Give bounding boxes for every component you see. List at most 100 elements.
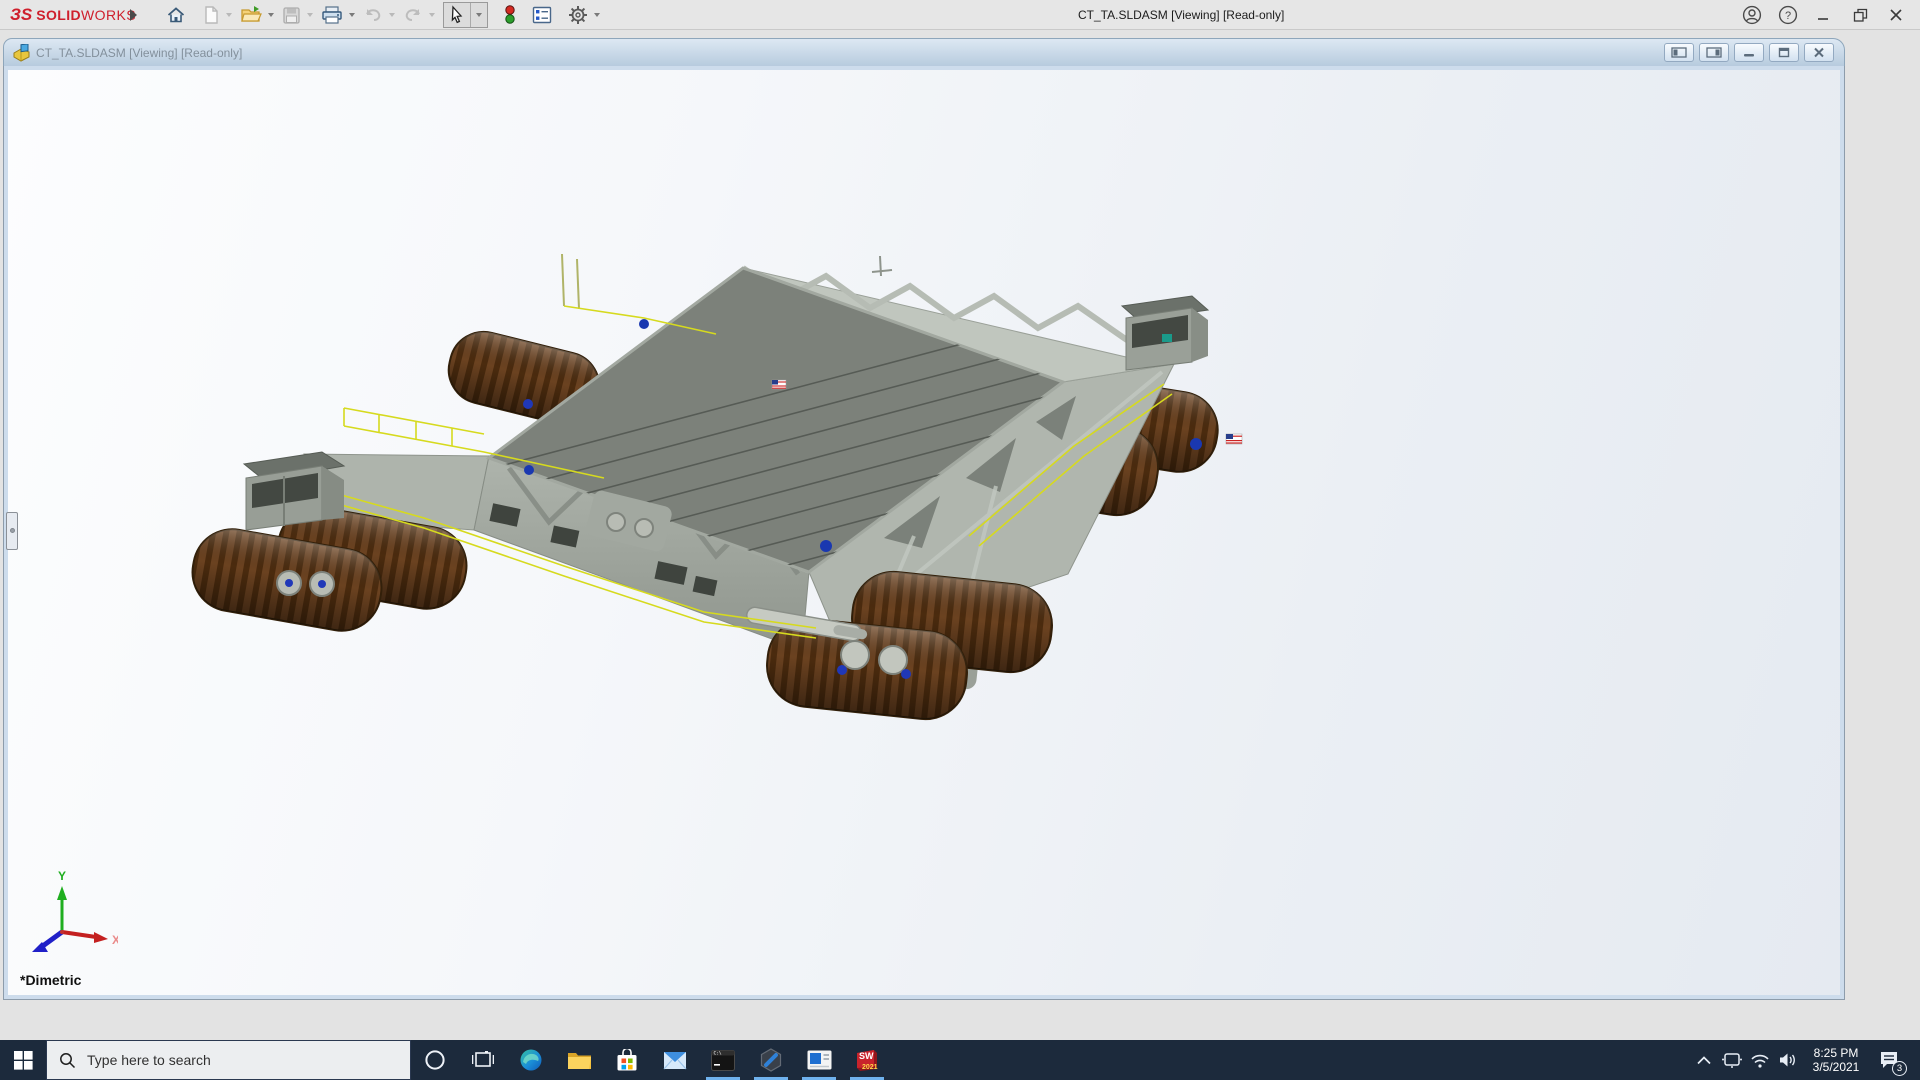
open-button[interactable] [236,2,266,28]
windows-logo-icon [13,1050,33,1070]
menu-expand-arrow[interactable] [130,9,137,21]
taskbar-app-cortana[interactable] [411,1040,459,1080]
volume-tray-icon[interactable] [1778,1040,1798,1080]
hexagon-tool-icon [760,1048,782,1072]
triad-y-label: Y [58,869,66,883]
help-button[interactable]: ? [1770,0,1806,30]
sw-letters: SW [859,1051,874,1061]
file-explorer-icon [567,1052,591,1069]
save-dropdown[interactable] [307,13,313,17]
taskbar-app-remote-desktop[interactable] [795,1040,843,1080]
taskbar-app-file-explorer[interactable] [555,1040,603,1080]
print-button[interactable] [317,2,347,28]
sw-year: 2021 [862,1064,878,1071]
restore-button[interactable] [1842,0,1878,30]
window-controls: ? [1734,0,1914,30]
system-tray: 8:25 PM 3/5/2021 3 [1694,1040,1920,1080]
select-tool-group [443,2,488,28]
doc-pane-right-button[interactable] [1699,43,1729,62]
minimize-button[interactable] [1806,0,1842,30]
cortana-icon [425,1050,445,1070]
home-button[interactable] [162,2,190,28]
redo-icon [405,9,420,21]
mail-icon [663,1051,687,1069]
operator-cab-east [1120,295,1210,371]
new-document-icon [205,6,218,24]
taskbar-app-hexagon-tool[interactable] [747,1040,795,1080]
new-document-dropdown[interactable] [226,13,232,17]
clock-time: 8:25 PM [1813,1046,1859,1060]
pane-splitter-handle[interactable] [6,512,18,550]
account-icon [1742,5,1762,25]
solidworks-2021-icon: SW 2021 [857,1050,878,1071]
doc-restore-button[interactable] [1769,43,1799,62]
taskbar-search[interactable] [46,1040,411,1080]
crawler-transporter-model [191,253,1243,721]
select-tool-button[interactable] [444,2,470,28]
traffic-light-icon [505,5,515,24]
chevron-up-icon [1697,1055,1711,1064]
action-center-button[interactable]: 3 [1874,1040,1907,1080]
doc-close-button[interactable] [1804,43,1834,62]
tablet-device-icon [1722,1053,1742,1068]
print-dropdown[interactable] [349,13,355,17]
window-title: CT_TA.SLDASM [Viewing] [Read-only] [1078,8,1285,22]
new-document-button[interactable] [198,2,224,28]
undo-dropdown[interactable] [389,13,395,17]
cmd-title-text: C:\ [714,1050,722,1056]
interference-traffic-button[interactable] [500,2,520,28]
command-prompt-icon: C:\ [711,1049,735,1071]
options-button[interactable] [564,2,592,28]
select-tool-dropdown[interactable] [476,13,482,17]
save-icon [283,6,300,24]
task-list-icon [532,6,552,24]
document-titlebar[interactable]: CT_TA.SLDASM [Viewing] [Read-only] [3,38,1845,66]
tablet-device-tray-icon[interactable] [1722,1040,1742,1080]
operator-cab-west [242,451,346,531]
document-title: CT_TA.SLDASM [Viewing] [Read-only] [36,46,243,60]
taskbar-clock[interactable]: 8:25 PM 3/5/2021 [1806,1046,1866,1074]
svg-text:?: ? [1785,10,1791,22]
wifi-tray-icon[interactable] [1750,1040,1770,1080]
save-button[interactable] [278,2,305,28]
account-button[interactable] [1734,0,1770,30]
close-button[interactable] [1878,0,1914,30]
taskbar-app-edge[interactable] [507,1040,555,1080]
taskbar-app-task-view[interactable] [459,1040,507,1080]
minimize-icon [1818,18,1828,20]
restore-icon [1853,8,1867,22]
doc-minimize-button[interactable] [1734,43,1764,62]
open-folder-icon [241,6,262,22]
pane-left-icon [1671,47,1687,58]
hidden-icons-chevron[interactable] [1694,1040,1714,1080]
print-icon [322,6,342,24]
edge-icon [520,1049,542,1071]
options-dropdown[interactable] [594,13,600,17]
doc-pane-left-button[interactable] [1664,43,1694,62]
remote-desktop-icon [807,1050,831,1070]
wifi-icon [1751,1054,1769,1068]
redo-dropdown[interactable] [429,13,435,17]
taskbar-app-mail[interactable] [651,1040,699,1080]
graphics-viewport[interactable]: Y X z *Dimetric [3,66,1845,1000]
taskbar-app-command-prompt[interactable]: C:\ [699,1040,747,1080]
task-view-icon [472,1051,494,1067]
ds-logo-mark: ЗS [10,5,33,24]
select-cursor-icon [451,5,463,24]
doc-close-icon [1814,47,1824,58]
search-input[interactable] [87,1052,387,1068]
orientation-triad[interactable]: Y X z [22,822,118,952]
start-button[interactable] [0,1040,46,1080]
taskbar-app-microsoft-store[interactable] [603,1040,651,1080]
doc-minimize-icon [1744,54,1754,57]
taskbar-app-solidworks[interactable]: SW 2021 [843,1040,891,1080]
view-orientation-label: *Dimetric [20,972,82,988]
clock-date: 3/5/2021 [1812,1060,1860,1074]
open-dropdown[interactable] [268,13,274,17]
evaluate-list-button[interactable] [528,2,556,28]
redo-button[interactable] [399,2,427,28]
undo-button[interactable] [359,2,387,28]
microsoft-store-icon [617,1048,637,1070]
app-titlebar: ЗS SOLID WORKS CT_TA.SLDASM [Viewing] [R… [0,0,1920,30]
document-window-controls [1664,43,1834,62]
